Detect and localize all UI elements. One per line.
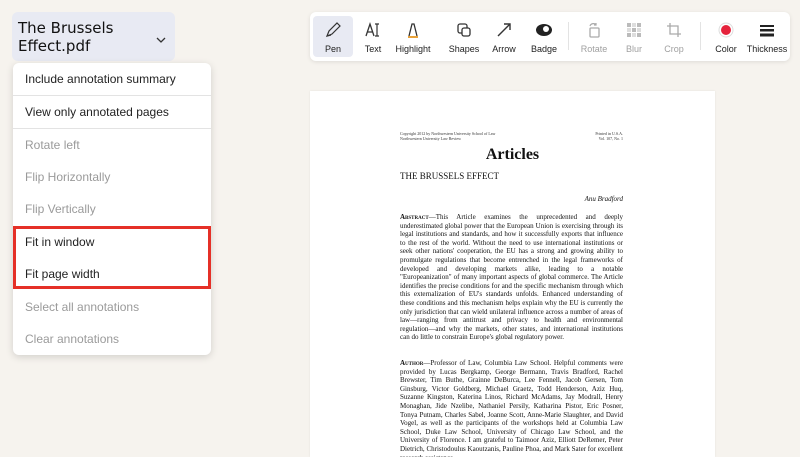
tool-label: Crop <box>664 44 684 54</box>
file-name: The Brussels Effect.pdf <box>18 18 114 55</box>
arrow-icon <box>495 19 513 41</box>
annotation-toolbar: Pen Text Highlight Shapes Arrow Badge Ro… <box>310 12 790 61</box>
tool-text[interactable]: Text <box>357 16 389 57</box>
tool-label: Thickness <box>746 44 788 54</box>
page-header-right: Printed in U.S.A. Vol. 107, No. 1 <box>595 131 623 141</box>
crop-icon <box>665 19 683 41</box>
pdf-page: Copyright 2012 by Northwestern Universit… <box>310 91 715 457</box>
chevron-down-icon <box>156 31 166 49</box>
author-note-paragraph: Author—Professor of Law, Columbia Law Sc… <box>400 359 623 457</box>
tool-label: Blur <box>625 44 642 54</box>
pen-icon <box>324 19 342 41</box>
thickness-icon <box>758 19 776 41</box>
tool-rotate[interactable]: Rotate <box>578 16 610 57</box>
toolbar-divider <box>568 22 569 50</box>
abstract-text: —This Article examines the unprecedented… <box>400 213 623 342</box>
highlight-annotation-box <box>13 226 211 289</box>
file-options-menu: Include annotation summary View only ann… <box>13 63 211 355</box>
shapes-icon <box>455 19 473 41</box>
page-header-left: Copyright 2012 by Northwestern Universit… <box>400 131 495 141</box>
menu-item-select-all-annotations[interactable]: Select all annotations <box>13 291 211 323</box>
tool-label: Color <box>715 44 737 54</box>
menu-item-include-annotation-summary[interactable]: Include annotation summary <box>13 63 211 95</box>
tool-label: Arrow <box>492 44 516 54</box>
highlight-icon <box>404 19 422 41</box>
header-line: Northwestern University Law Review <box>400 136 461 141</box>
color-dot-icon <box>717 19 735 41</box>
tool-thickness[interactable]: Thickness <box>747 16 787 57</box>
article-author: Anu Bradford <box>584 195 623 203</box>
tool-color[interactable]: Color <box>710 16 742 57</box>
article-section-title: Articles <box>485 146 540 163</box>
badge-icon <box>534 19 554 41</box>
text-icon <box>364 19 382 41</box>
menu-item-rotate-left[interactable]: Rotate left <box>13 129 211 161</box>
header-line: Vol. 107, No. 1 <box>598 136 623 141</box>
tool-label: Rotate <box>580 44 608 54</box>
article-title: THE BRUSSELS EFFECT <box>400 171 500 181</box>
tool-label: Text <box>364 44 382 54</box>
abstract-label: Abstract <box>400 213 429 221</box>
menu-item-clear-annotations[interactable]: Clear annotations <box>13 323 211 355</box>
tool-arrow[interactable]: Arrow <box>488 16 520 57</box>
tool-crop[interactable]: Crop <box>658 16 690 57</box>
file-menu-button[interactable]: The Brussels Effect.pdf <box>12 12 175 61</box>
tool-badge[interactable]: Badge <box>528 16 560 57</box>
menu-item-flip-vertically[interactable]: Flip Vertically <box>13 193 211 225</box>
menu-item-flip-horizontally[interactable]: Flip Horizontally <box>13 161 211 193</box>
blur-icon <box>626 19 642 41</box>
toolbar-divider <box>700 22 701 50</box>
tool-label: Pen <box>324 44 341 54</box>
rotate-icon <box>585 19 603 41</box>
tool-highlight[interactable]: Highlight <box>394 16 432 57</box>
menu-item-view-only-annotated-pages[interactable]: View only annotated pages <box>13 96 211 128</box>
abstract-paragraph: Abstract—This Article examines the unpre… <box>400 213 623 342</box>
tool-pen[interactable]: Pen <box>313 16 353 57</box>
tool-blur[interactable]: Blur <box>618 16 650 57</box>
tool-label: Shapes <box>448 44 480 54</box>
author-note-text: —Professor of Law, Columbia Law School. … <box>400 359 623 457</box>
tool-label: Highlight <box>395 44 431 54</box>
author-note-label: Author <box>400 359 424 367</box>
tool-shapes[interactable]: Shapes <box>448 16 480 57</box>
tool-label: Badge <box>530 44 558 54</box>
